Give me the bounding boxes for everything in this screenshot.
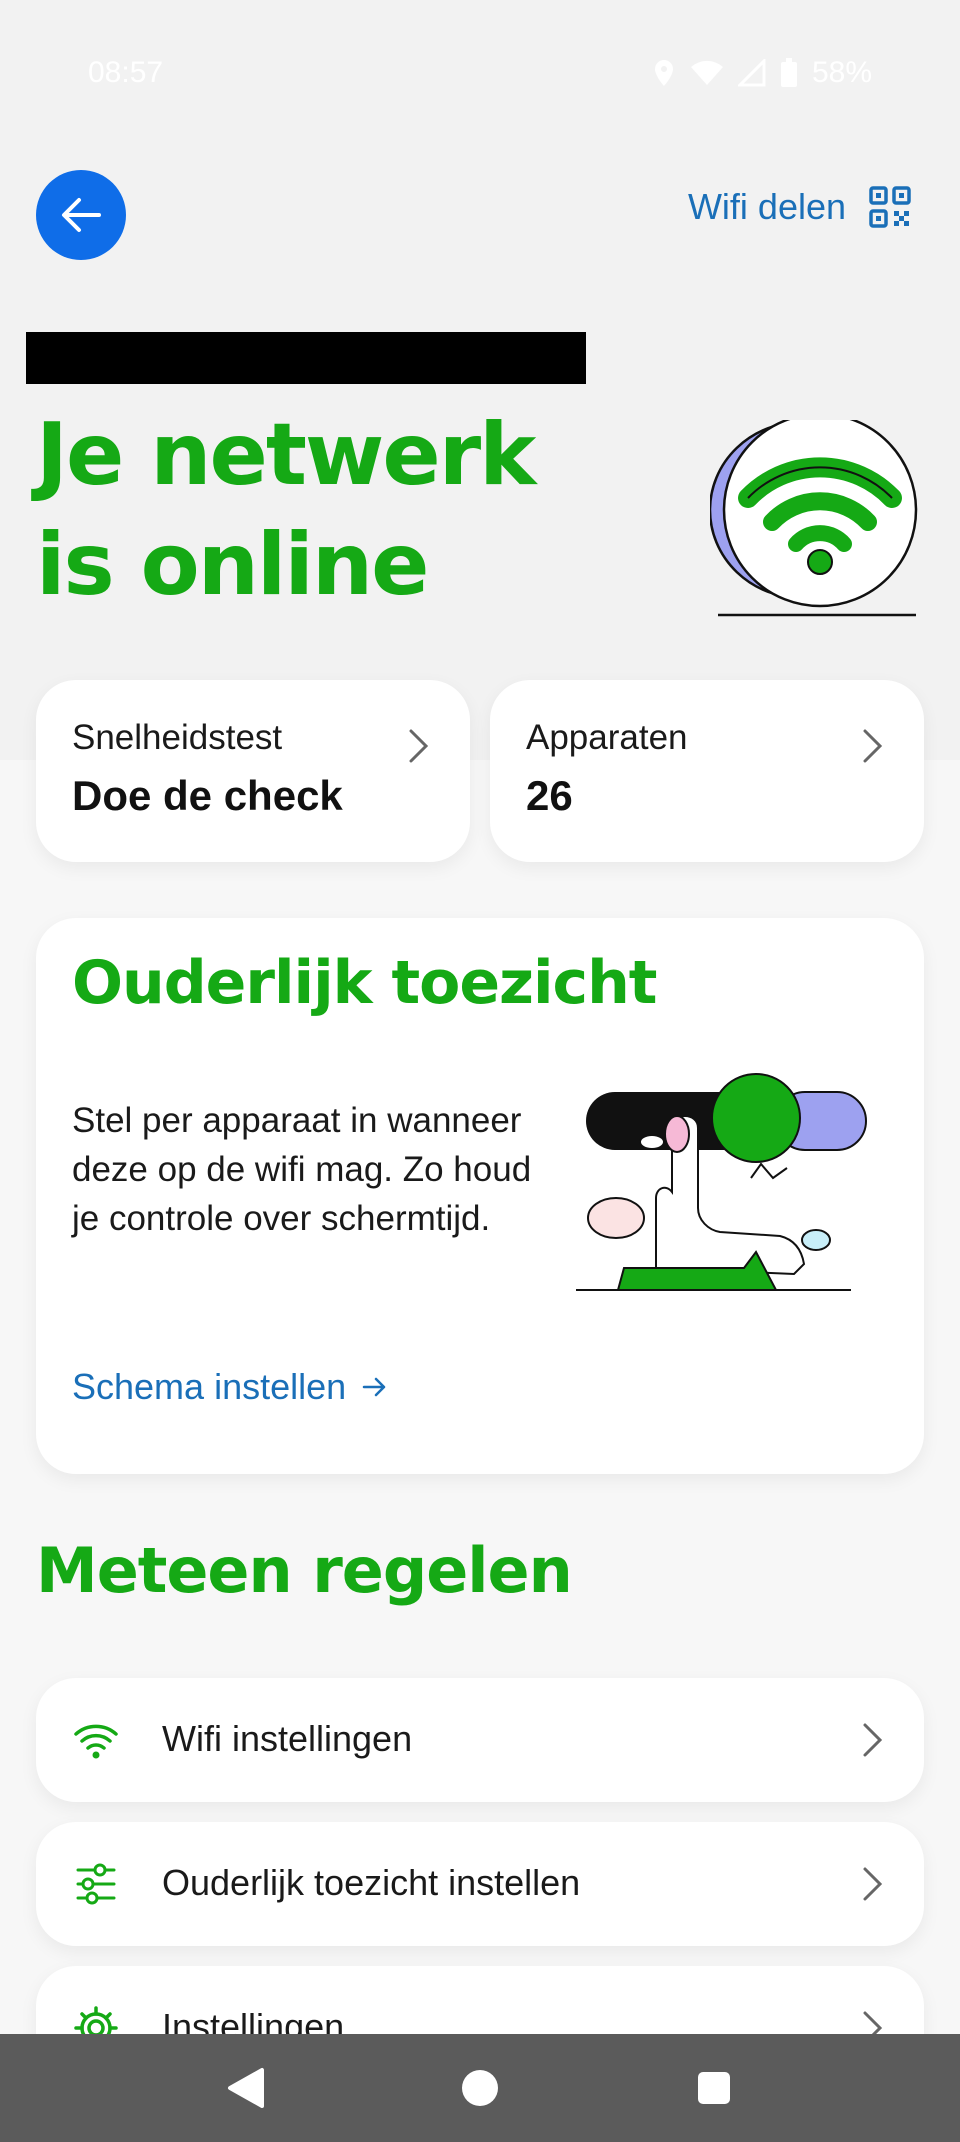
parental-settings-label: Ouderlijk toezicht instellen <box>162 1862 581 1903</box>
chevron-right-icon <box>863 1867 883 1901</box>
section-title: Meteen regelen <box>36 1534 573 1607</box>
back-button[interactable] <box>36 170 126 260</box>
parental-control-card: Ouderlijk toezicht Stel per apparaat in … <box>36 918 924 1474</box>
battery-percentage: 58% <box>811 56 872 89</box>
page-title: Je netwerk is online <box>36 405 536 615</box>
arrow-right-icon <box>362 1377 386 1397</box>
square-recents-icon <box>698 2072 730 2104</box>
circle-home-icon <box>462 2070 498 2106</box>
system-navigation-bar <box>0 2034 960 2142</box>
qr-code-icon <box>869 186 911 228</box>
share-wifi-label: Wifi delen <box>687 186 846 227</box>
parental-description: Stel per apparaat in wanneer deze op de … <box>72 1101 532 1238</box>
status-bar: 08:57 58% <box>0 0 960 150</box>
speedtest-value: Doe de check <box>72 772 343 819</box>
chevron-right-icon <box>409 729 429 763</box>
wifi-icon <box>74 1724 118 1759</box>
sliders-icon <box>76 1863 116 1905</box>
devices-label: Apparaten <box>526 718 688 757</box>
status-time: 08:57 <box>88 56 164 89</box>
wifi-settings-item[interactable]: Wifi instellingen <box>36 1678 924 1802</box>
schedule-link-label: Schema instellen <box>72 1366 347 1407</box>
arrow-left-icon <box>62 198 101 232</box>
signal-icon <box>737 59 766 87</box>
triangle-back-icon <box>228 2068 264 2108</box>
chevron-right-icon <box>863 1723 883 1757</box>
devices-tile[interactable]: Apparaten 26 <box>490 680 924 862</box>
hand-toggle-illustration <box>576 1073 867 1291</box>
speedtest-label: Snelheidstest <box>72 718 283 757</box>
location-icon <box>654 60 673 86</box>
status-icons: 58% <box>652 56 872 90</box>
wifi-online-icon <box>710 420 918 617</box>
schedule-link[interactable]: Schema instellen <box>72 1366 388 1408</box>
share-wifi-button[interactable]: Wifi delen <box>688 185 912 229</box>
wifi-icon <box>690 60 723 85</box>
wifi-settings-label: Wifi instellingen <box>162 1718 413 1759</box>
chevron-right-icon <box>863 729 883 763</box>
parental-title: Ouderlijk toezicht <box>72 948 657 1018</box>
nav-home-button[interactable] <box>452 2060 508 2116</box>
parental-settings-item[interactable]: Ouderlijk toezicht instellen <box>36 1822 924 1946</box>
devices-count: 26 <box>526 772 573 819</box>
battery-icon <box>780 58 797 87</box>
nav-recents-button[interactable] <box>686 2060 742 2116</box>
nav-back-button[interactable] <box>218 2060 274 2116</box>
speedtest-tile[interactable]: Snelheidstest Doe de check <box>36 680 470 862</box>
redacted-network-name <box>26 332 586 384</box>
